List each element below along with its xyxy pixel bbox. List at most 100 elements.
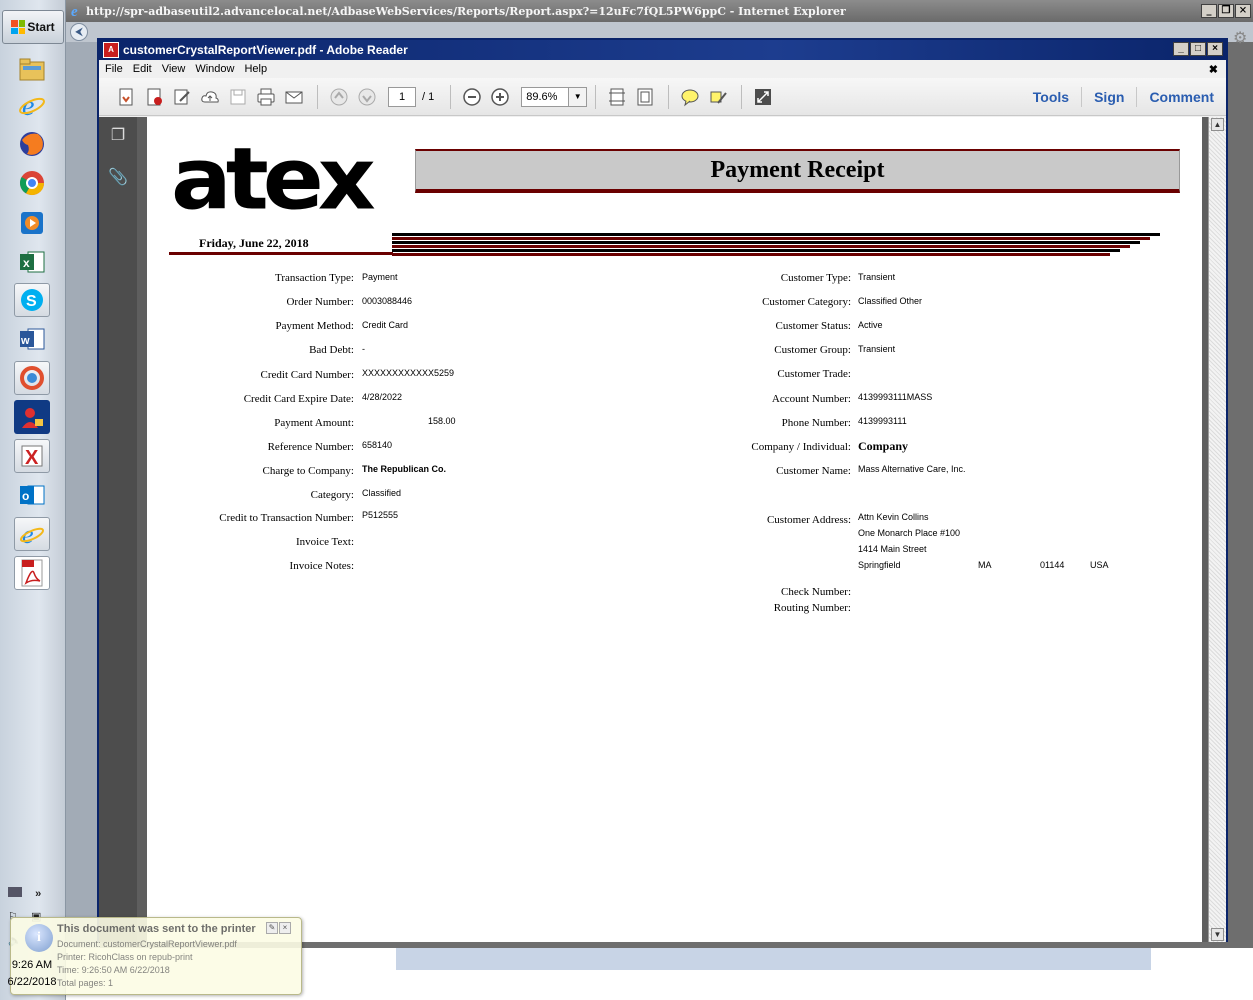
field-label: Routing Number: xyxy=(773,602,851,614)
reader-close-button[interactable]: × xyxy=(1207,42,1223,56)
header-stripe xyxy=(392,241,1140,244)
user-admin-icon[interactable] xyxy=(14,400,50,434)
zoom-out-icon[interactable] xyxy=(459,84,485,110)
header-stripe xyxy=(392,237,1150,240)
zoom-in-icon[interactable] xyxy=(487,84,513,110)
print-icon[interactable] xyxy=(253,84,279,110)
page-thumbnails-icon[interactable]: ❐ xyxy=(108,125,128,147)
toolbar-separator xyxy=(595,84,597,109)
network-icon[interactable] xyxy=(8,887,22,897)
field-label: Account Number: xyxy=(771,393,851,405)
field-label: Credit Card Number: xyxy=(260,369,354,381)
firefox-icon[interactable] xyxy=(14,127,50,161)
highlight-text-icon[interactable] xyxy=(705,84,731,110)
menu-edit[interactable]: Edit xyxy=(133,63,152,75)
svg-text:w: w xyxy=(20,335,30,347)
reader-window-controls: _ □ × xyxy=(1173,42,1223,56)
field-label: Charge to Company: xyxy=(262,465,354,477)
reader-menu-bar: File Edit View Window Help ✖ xyxy=(99,60,1226,78)
svg-text:o: o xyxy=(22,489,29,503)
scroll-down-icon[interactable]: ▼ xyxy=(1211,928,1224,941)
close-document-icon[interactable]: ✖ xyxy=(1209,63,1218,76)
create-pdf-icon[interactable] xyxy=(113,84,139,110)
address-zip: 01144 xyxy=(1040,560,1065,570)
ie-side-strip xyxy=(66,42,100,1000)
notification-close-icon[interactable]: × xyxy=(279,922,291,934)
email-icon[interactable] xyxy=(281,84,307,110)
toolbar-separator xyxy=(450,84,452,109)
field-value: Company xyxy=(858,439,909,453)
notification-printer: Printer: RicohClass on repub-print xyxy=(57,952,193,962)
field-value: 4139993111MASS xyxy=(858,392,933,402)
save-icon[interactable] xyxy=(225,84,251,110)
reader-maximize-button[interactable]: □ xyxy=(1190,42,1206,56)
minimize-button[interactable]: _ xyxy=(1201,4,1217,18)
next-page-icon[interactable] xyxy=(354,84,380,110)
field-value: Mass Alternative Care, Inc. xyxy=(858,464,966,474)
header-stripe xyxy=(392,249,1120,252)
upload-cloud-icon[interactable] xyxy=(197,84,223,110)
edit-pdf-icon[interactable] xyxy=(169,84,195,110)
menu-help[interactable]: Help xyxy=(244,63,267,75)
internet-explorer-icon[interactable]: e xyxy=(14,88,50,122)
fit-page-icon[interactable] xyxy=(632,84,658,110)
adobe-pdf-icon[interactable] xyxy=(14,556,50,590)
tools-link[interactable]: Tools xyxy=(1021,87,1081,107)
page-number-input[interactable]: 1 xyxy=(388,86,416,107)
restore-button[interactable]: ❐ xyxy=(1218,4,1234,18)
media-player-icon[interactable] xyxy=(14,206,50,240)
field-label: Reference Number: xyxy=(267,441,354,453)
full-screen-icon[interactable] xyxy=(750,84,776,110)
attachments-paperclip-icon[interactable]: 📎 xyxy=(108,167,128,189)
field-value: 4139993111 xyxy=(858,416,907,426)
ie-title-bar: e http://spr-adbaseutil2.advancelocal.ne… xyxy=(66,0,1253,22)
notification-pages: Total pages: 1 xyxy=(57,978,114,988)
remote-x-icon[interactable]: X xyxy=(14,439,50,473)
overflow-chevron-icon[interactable]: » xyxy=(35,888,41,900)
scroll-up-icon[interactable]: ▲ xyxy=(1211,118,1224,131)
start-button[interactable]: Start xyxy=(2,10,64,44)
svg-text:S: S xyxy=(26,293,37,310)
convert-pdf-icon[interactable] xyxy=(141,84,167,110)
date-underline xyxy=(169,252,393,255)
skype-icon[interactable]: S xyxy=(14,283,50,317)
svg-text:X: X xyxy=(25,447,39,469)
zoom-dropdown-icon[interactable]: ▼ xyxy=(569,86,588,107)
close-button[interactable]: × xyxy=(1235,4,1251,18)
sticky-note-icon[interactable] xyxy=(677,84,703,110)
vertical-scrollbar[interactable]: ▲ ▼ xyxy=(1208,117,1226,942)
toolbar-separator xyxy=(668,84,670,109)
menu-window[interactable]: Window xyxy=(195,63,234,75)
taskbar: Start e x S w X o e » ⚐ xyxy=(0,0,66,1000)
reader-title-text: customerCrystalReportViewer.pdf - Adobe … xyxy=(123,43,408,57)
page-total: / 1 xyxy=(422,90,435,103)
header-stripe xyxy=(392,233,1160,236)
menu-file[interactable]: File xyxy=(105,63,123,75)
menu-view[interactable]: View xyxy=(162,63,186,75)
comment-link[interactable]: Comment xyxy=(1136,87,1226,107)
reader-minimize-button[interactable]: _ xyxy=(1173,42,1189,56)
outlook-icon[interactable]: o xyxy=(14,478,50,512)
collaboration-app-icon[interactable] xyxy=(14,361,50,395)
word-icon[interactable]: w xyxy=(14,322,50,356)
windows-logo-icon xyxy=(11,20,26,34)
back-icon[interactable]: ⮜ xyxy=(70,23,88,41)
internet-explorer-icon-2[interactable]: e xyxy=(14,517,50,551)
file-explorer-icon[interactable] xyxy=(14,52,50,86)
zoom-level-input[interactable]: 89.6% xyxy=(521,86,570,107)
chrome-icon[interactable] xyxy=(14,166,50,200)
notification-options-icon[interactable]: ✎ xyxy=(266,922,278,934)
field-label: Credit to Transaction Number: xyxy=(219,512,354,524)
taskbar-clock[interactable]: 9:26 AM 6/22/2018 xyxy=(4,957,60,991)
field-value: 658140 xyxy=(362,440,393,450)
previous-page-icon[interactable] xyxy=(326,84,352,110)
fit-width-icon[interactable] xyxy=(604,84,630,110)
excel-icon[interactable]: x xyxy=(14,245,50,279)
notification-document: Document: customerCrystalReportViewer.pd… xyxy=(57,939,237,949)
sign-link[interactable]: Sign xyxy=(1081,87,1136,107)
field-label: Credit Card Expire Date: xyxy=(243,393,354,405)
notification-time: Time: 9:26:50 AM 6/22/2018 xyxy=(57,965,170,975)
settings-gear-icon[interactable]: ⚙ xyxy=(1233,28,1251,47)
reader-title-bar: A customerCrystalReportViewer.pdf - Adob… xyxy=(99,40,1226,60)
field-value: Transient xyxy=(858,272,896,282)
